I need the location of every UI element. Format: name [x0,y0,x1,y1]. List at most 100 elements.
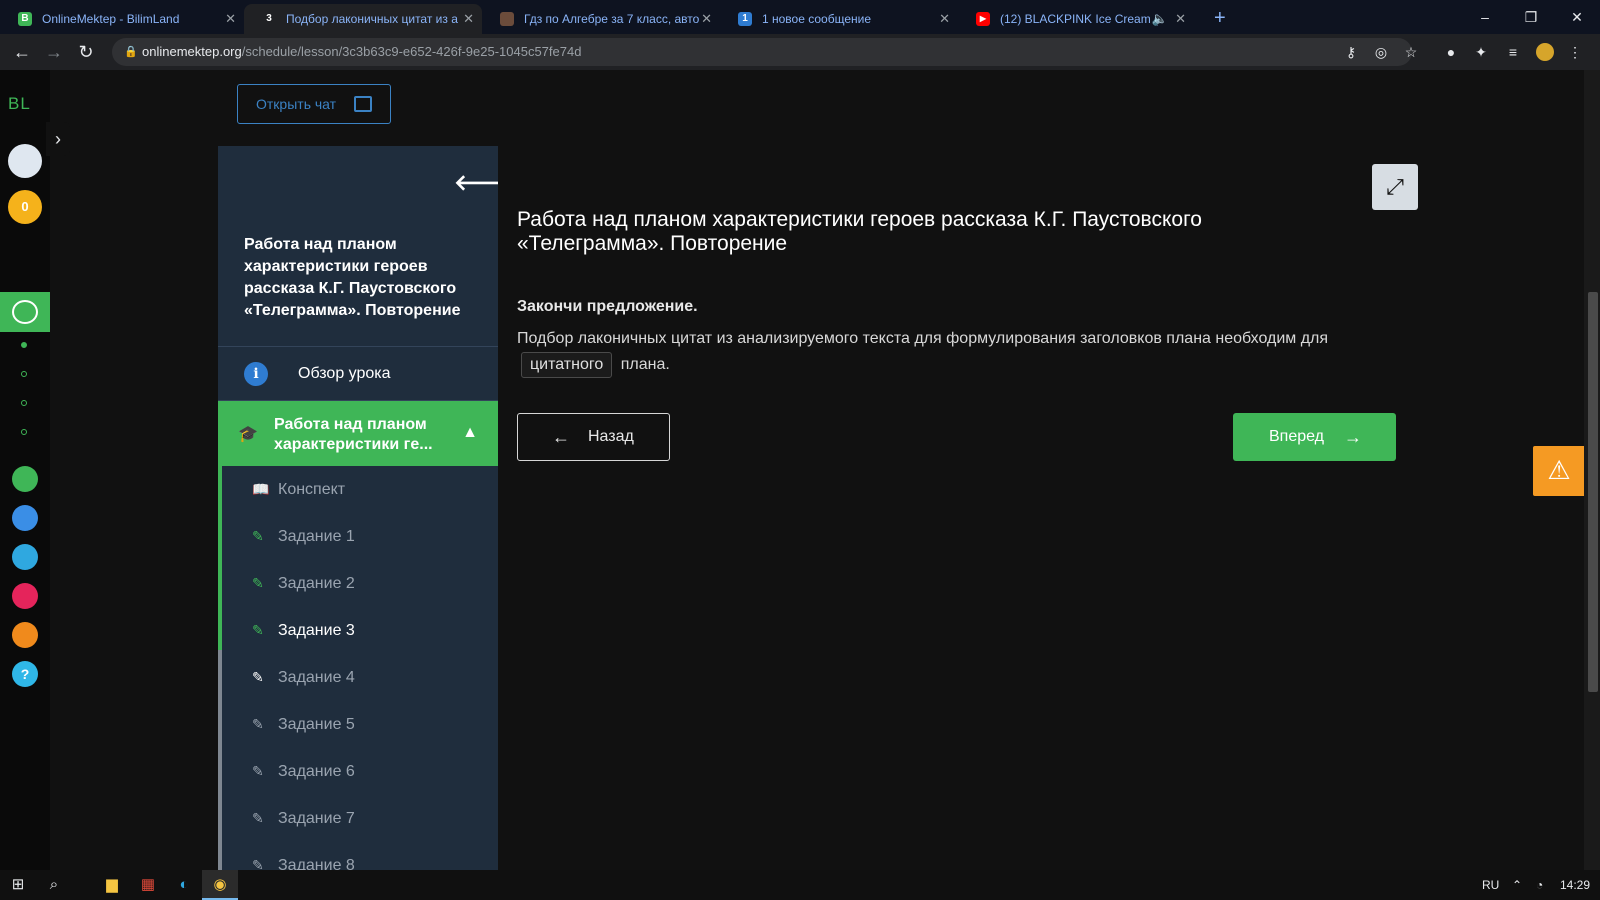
eye-off-icon[interactable]: ◎ [1372,43,1390,61]
browser-toolbar: ← → ↻ 🔒 onlinemektep.org/schedule/lesson… [0,34,1600,70]
file-explorer-icon[interactable]: ▆ [94,870,130,900]
sidebar-item-task-3[interactable]: ✎ Задание 3 [218,607,498,654]
sidebar-item-label: Конспект [278,481,346,498]
chrome-icon[interactable]: ◉ [202,870,238,900]
edit-icon: ✎ [252,716,264,732]
sidebar-item-overview[interactable]: i Обзор урока [218,346,498,400]
star-icon[interactable]: ☆ [1402,43,1420,61]
dot-icon[interactable] [21,371,27,377]
page-title: Работа над планом характеристики героев … [517,208,1202,255]
forward-arrow-icon[interactable]: → [42,40,66,64]
tab-strip: B OnlineMektep - BilimLand ✕ 3 Подбор ла… [0,0,1600,34]
winrar-icon[interactable]: ▦ [130,870,166,900]
message-icon: 1 [738,12,752,26]
tab-title: 1 новое сообщение [762,12,872,26]
tab-youtube[interactable]: ▶ (12) BLACKPINK Ice Cream ( 🔈 ✕ [958,4,1194,34]
fullscreen-button[interactable]: ⤢ [1372,164,1418,210]
key-icon[interactable]: ⚷ [1342,43,1360,61]
extensions-icon[interactable]: ✦ [1472,43,1490,61]
sidebar-item-task-2[interactable]: ✎ Задание 2 [218,560,498,607]
edit-icon: ✎ [252,622,264,638]
youtube-icon: ▶ [976,12,990,26]
sidebar-item-label: Задание 3 [278,622,355,639]
minimize-button[interactable]: – [1462,0,1508,34]
help-icon[interactable]: ? [12,661,38,687]
report-warning-button[interactable]: ⚠ [1533,446,1585,496]
sidebar-item-label: Задание 4 [278,669,355,686]
close-icon[interactable]: ✕ [701,4,712,34]
back-button[interactable]: ← Назад [517,413,670,461]
tab-active-quote[interactable]: 3 Подбор лаконичных цитат из а ✕ [244,4,482,34]
sidebar-item-task-8[interactable]: ✎ Задание 8 [218,842,498,870]
site-icon [500,12,514,26]
tab-message[interactable]: 1 1 новое сообщение ✕ [720,4,958,34]
sidebar-item-konspekt[interactable]: 📖 Конспект [218,466,498,513]
edit-icon: ✎ [252,528,264,544]
chevron-up-icon[interactable]: ⌃ [1512,870,1522,900]
reload-icon[interactable]: ↻ [74,40,98,64]
open-chat-button[interactable]: Открыть чат [237,84,391,124]
bilimland-app-icon[interactable] [12,466,38,492]
arrow-right-icon: → [1344,427,1362,447]
dot-icon[interactable] [21,342,27,348]
chevron-up-icon[interactable]: ▲ [462,423,478,443]
online-mektep-icon [12,300,38,324]
forward-button[interactable]: Вперед → [1233,413,1396,461]
tab-title: Подбор лаконичных цитат из а [286,12,458,26]
media-queue-icon[interactable]: ≡ [1504,43,1522,61]
close-icon[interactable]: ✕ [463,4,474,34]
avatar[interactable] [1536,43,1554,61]
twig-icon[interactable] [12,583,38,609]
close-window-button[interactable]: ✕ [1554,0,1600,34]
search-icon[interactable]: ⌕ [36,870,72,900]
bilim-book-icon[interactable] [12,505,38,531]
avatar[interactable] [8,144,42,178]
bilimland-icon: B [18,12,32,26]
sidebar-section-active[interactable]: 🎓 Работа над планом характеристики ге...… [218,400,498,466]
graduation-cap-icon: 🎓 [238,426,258,443]
profile-dot-icon[interactable]: ● [1442,43,1460,61]
tab-gdz[interactable]: Гдз по Алгебре за 7 класс, авто ✕ [482,4,720,34]
edge-icon[interactable]: ◐ [166,870,202,900]
mute-icon[interactable]: 🔈 [1152,4,1168,34]
task-prompt: Закончи предложение. [517,298,698,315]
restore-button[interactable]: ❐ [1508,0,1554,34]
sidebar-item-label: Задание 6 [278,763,355,780]
sidebar-item-label: Задание 2 [278,575,355,592]
sidebar-item-task-1[interactable]: ✎ Задание 1 [218,513,498,560]
section-label: Работа над планом характеристики ге... [274,416,433,453]
tab-bilimland[interactable]: B OnlineMektep - BilimLand ✕ [0,4,244,34]
sidebar-item-task-4[interactable]: ✎ Задание 4 [218,654,498,701]
chevron-right-icon[interactable]: › [46,122,70,156]
dot-icon[interactable] [21,429,27,435]
edit-icon: ✎ [252,810,264,826]
menu-icon[interactable]: ⋮ [1566,43,1584,61]
scrollbar-thumb[interactable] [1588,292,1598,692]
back-arrow-icon[interactable]: 🡐 [454,170,498,196]
online-mektep-button[interactable] [0,292,50,332]
bilimland-logo[interactable]: BL [8,94,31,114]
chat-icon [354,96,372,112]
language-indicator[interactable]: RU [1482,870,1499,900]
close-icon[interactable]: ✕ [939,4,950,34]
windows-start-icon[interactable]: ⊞ [0,870,36,900]
close-icon[interactable]: ✕ [225,4,236,34]
clock[interactable]: 14:29 [1560,870,1590,900]
back-arrow-icon[interactable]: ← [10,40,34,64]
sidebar-item-task-7[interactable]: ✎ Задание 7 [218,795,498,842]
sidebar-item-task-5[interactable]: ✎ Задание 5 [218,701,498,748]
wifi-icon[interactable]: ◔ [1536,870,1543,900]
test-app-icon[interactable] [12,544,38,570]
url-path: /schedule/lesson/3c3b63c9-e652-426f-9e25… [241,44,582,59]
edit-icon: ✎ [252,857,264,870]
close-icon[interactable]: ✕ [1175,4,1186,34]
bilimland-reading-icon[interactable] [12,622,38,648]
answer-blank-field[interactable]: цитатного [521,352,613,378]
new-tab-button[interactable]: + [1214,4,1226,32]
sidebar-item-task-6[interactable]: ✎ Задание 6 [218,748,498,795]
os-taskbar: ⊞ ⌕ ▆ ▦ ◐ ◉ RU ⌃ ◔ 14:29 [0,870,1600,900]
address-bar[interactable]: 🔒 onlinemektep.org/schedule/lesson/3c3b6… [112,38,1417,66]
dot-icon[interactable] [21,400,27,406]
sidebar-item-label: Задание 7 [278,810,355,827]
coins-badge[interactable]: 0 [8,190,42,224]
